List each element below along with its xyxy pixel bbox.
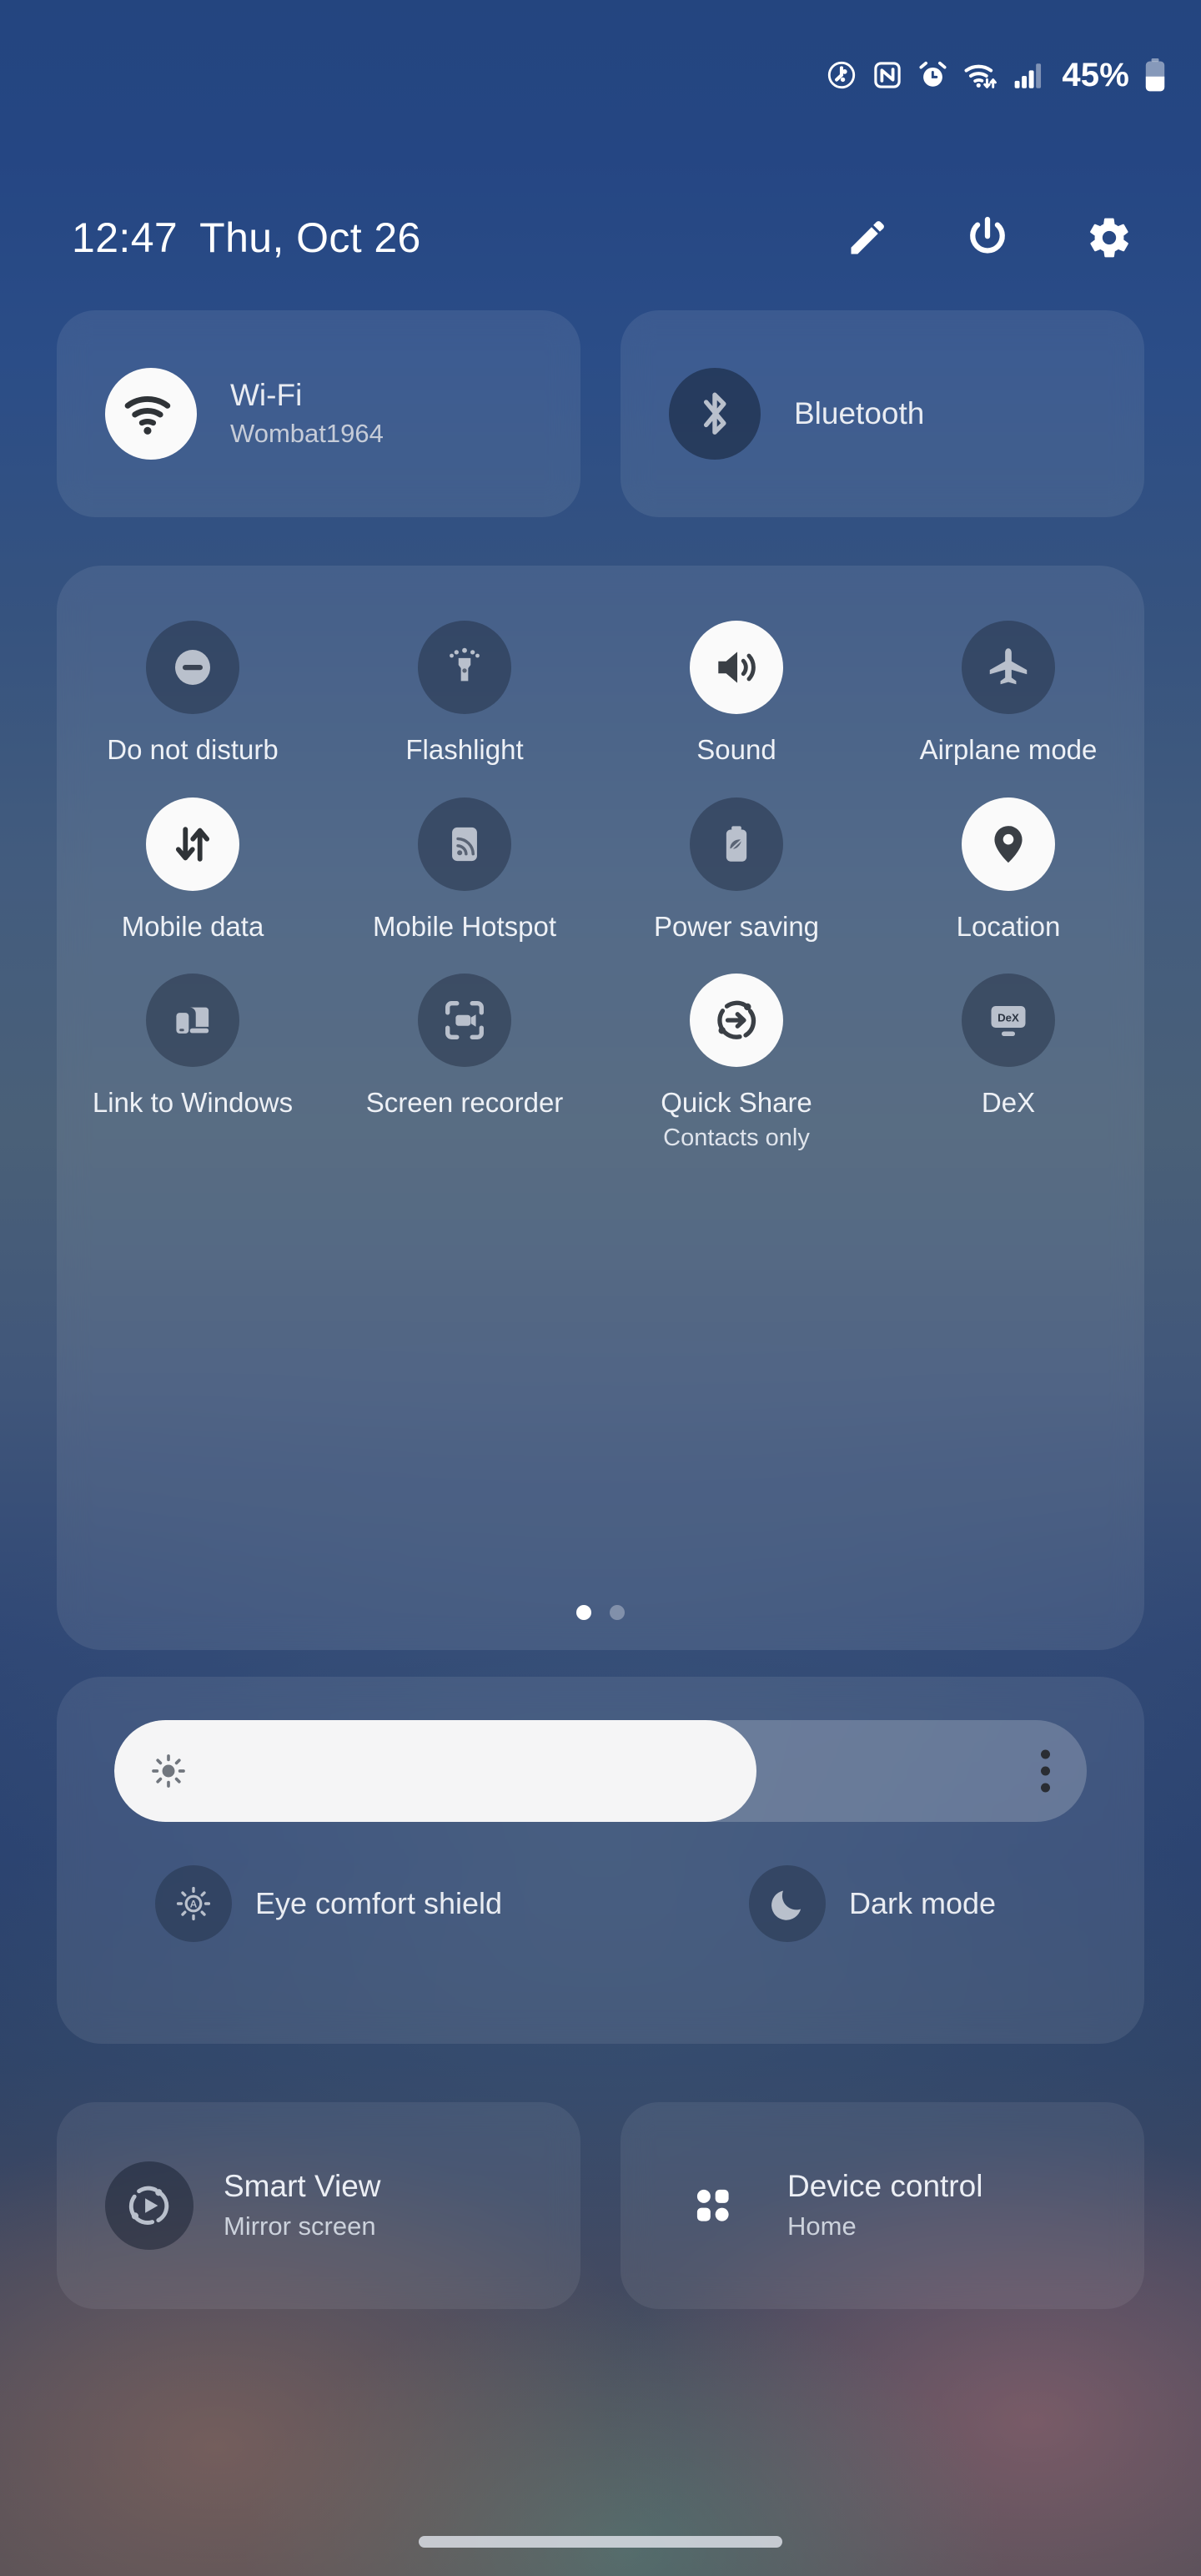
wifi-icon xyxy=(963,59,998,91)
quick-toggles-panel: Do not disturb Flashlight Sound Airplane… xyxy=(57,566,1144,1650)
page-dot-1[interactable] xyxy=(576,1605,591,1620)
tile-label: Quick Share xyxy=(661,1087,812,1119)
do-not-disturb-icon xyxy=(146,621,239,714)
tile-mobile-hotspot[interactable]: Mobile Hotspot xyxy=(329,786,600,944)
smart-view-icon xyxy=(105,2161,193,2250)
tile-label: Power saving xyxy=(653,910,820,942)
tile-quick-share[interactable]: Quick Share Contacts only xyxy=(600,962,872,1152)
home-indicator[interactable] xyxy=(419,2536,782,2548)
data-saver-icon xyxy=(826,59,857,91)
mobile-data-icon xyxy=(146,797,239,891)
brightness-slider-fill xyxy=(114,1720,756,1822)
battery-icon xyxy=(1144,58,1166,92)
link-to-windows-icon xyxy=(146,974,239,1068)
flashlight-icon xyxy=(418,621,511,714)
more-options-icon[interactable] xyxy=(1041,1749,1050,1793)
tile-flashlight[interactable]: Flashlight xyxy=(329,609,600,767)
battery-percent-label: 45% xyxy=(1062,56,1129,93)
clock-date: Thu, Oct 26 xyxy=(199,214,421,261)
dark-mode-label: Dark mode xyxy=(848,1886,997,1920)
airplane-icon xyxy=(962,621,1055,714)
page-indicator xyxy=(57,1605,1144,1620)
tile-power-saving[interactable]: Power saving xyxy=(600,786,872,944)
settings-gear-icon[interactable] xyxy=(1086,214,1133,261)
tile-label: Location xyxy=(956,910,1061,942)
location-pin-icon xyxy=(962,797,1055,891)
clock-time: 12:47 xyxy=(72,214,178,261)
connectivity-row: Wi-Fi Wombat1964 Bluetooth xyxy=(57,310,1144,517)
smart-view-title: Smart View xyxy=(224,2169,381,2204)
bluetooth-card-text: Bluetooth xyxy=(794,395,925,430)
wifi-card-title: Wi-Fi xyxy=(230,378,303,413)
screen-recorder-icon xyxy=(418,974,511,1068)
brightness-options: A Eye comfort shield Dark mode xyxy=(57,1865,1144,1942)
wifi-card-text: Wi-Fi Wombat1964 xyxy=(230,378,384,449)
svg-text:A: A xyxy=(190,1898,198,1909)
smart-view-card[interactable]: Smart View Mirror screen xyxy=(57,2102,580,2309)
tile-link-to-windows[interactable]: Link to Windows xyxy=(57,962,329,1152)
sound-icon xyxy=(690,621,783,714)
wifi-card-subtitle: Wombat1964 xyxy=(230,419,384,449)
power-saving-icon xyxy=(690,797,783,891)
tile-label: Airplane mode xyxy=(919,734,1098,765)
device-control-subtitle: Home xyxy=(787,2211,857,2241)
tile-sublabel: Contacts only xyxy=(663,1124,810,1151)
tile-label: Link to Windows xyxy=(92,1087,294,1119)
svg-text:DeX: DeX xyxy=(997,1012,1019,1024)
tile-screen-recorder[interactable]: Screen recorder xyxy=(329,962,600,1152)
eye-comfort-shield-label: Eye comfort shield xyxy=(254,1886,503,1920)
brightness-slider[interactable] xyxy=(114,1720,1087,1822)
quick-settings-panel: 45% 12:47 Thu, Oct 26 Wi-Fi Wombat1964 B… xyxy=(0,0,1201,2576)
tile-label: DeX xyxy=(981,1087,1036,1119)
tile-label: Screen recorder xyxy=(365,1087,564,1119)
wifi-card[interactable]: Wi-Fi Wombat1964 xyxy=(57,310,580,517)
tile-location[interactable]: Location xyxy=(872,786,1144,944)
smart-view-text: Smart View Mirror screen xyxy=(224,2169,381,2241)
quick-share-icon xyxy=(690,974,783,1068)
device-control-text: Device control Home xyxy=(787,2169,983,2241)
clock-block[interactable]: 12:47 Thu, Oct 26 xyxy=(72,214,421,262)
alarm-icon xyxy=(917,60,948,91)
brightness-panel: A Eye comfort shield Dark mode xyxy=(57,1677,1144,2044)
tile-label: Mobile Hotspot xyxy=(372,910,557,942)
tile-airplane-mode[interactable]: Airplane mode xyxy=(872,609,1144,767)
header-actions xyxy=(846,214,1168,261)
bluetooth-card[interactable]: Bluetooth xyxy=(621,310,1144,517)
nfc-icon xyxy=(872,60,902,90)
page-dot-2[interactable] xyxy=(610,1605,625,1620)
bluetooth-card-title: Bluetooth xyxy=(794,395,925,430)
device-control-grid-icon xyxy=(669,2161,757,2250)
signal-icon xyxy=(1013,61,1043,89)
tile-label: Sound xyxy=(696,734,776,765)
status-bar: 45% xyxy=(0,0,1201,150)
quick-toggles-grid: Do not disturb Flashlight Sound Airplane… xyxy=(57,609,1144,1153)
power-icon[interactable] xyxy=(964,214,1011,261)
tile-mobile-data[interactable]: Mobile data xyxy=(57,786,329,944)
tile-dex[interactable]: DeX DeX xyxy=(872,962,1144,1152)
tile-do-not-disturb[interactable]: Do not disturb xyxy=(57,609,329,767)
tile-label: Flashlight xyxy=(405,734,524,765)
bottom-cards-row: Smart View Mirror screen Device control … xyxy=(57,2102,1144,2309)
wifi-icon[interactable] xyxy=(105,368,197,460)
edit-icon[interactable] xyxy=(846,216,889,259)
device-control-card[interactable]: Device control Home xyxy=(621,2102,1144,2309)
bluetooth-icon[interactable] xyxy=(669,368,761,460)
dark-mode-toggle[interactable]: Dark mode xyxy=(600,1865,1144,1942)
tile-label: Mobile data xyxy=(121,910,264,942)
brightness-sun-icon xyxy=(149,1752,188,1790)
tile-label: Do not disturb xyxy=(107,734,279,765)
smart-view-subtitle: Mirror screen xyxy=(224,2211,376,2241)
eye-comfort-shield-icon: A xyxy=(154,1865,232,1942)
hotspot-icon xyxy=(418,797,511,891)
dark-mode-moon-icon xyxy=(748,1865,826,1942)
eye-comfort-shield-toggle[interactable]: A Eye comfort shield xyxy=(57,1865,600,1942)
panel-header: 12:47 Thu, Oct 26 xyxy=(0,200,1201,275)
tile-sound[interactable]: Sound xyxy=(600,609,872,767)
device-control-title: Device control xyxy=(787,2169,983,2204)
dex-icon: DeX xyxy=(962,974,1055,1068)
